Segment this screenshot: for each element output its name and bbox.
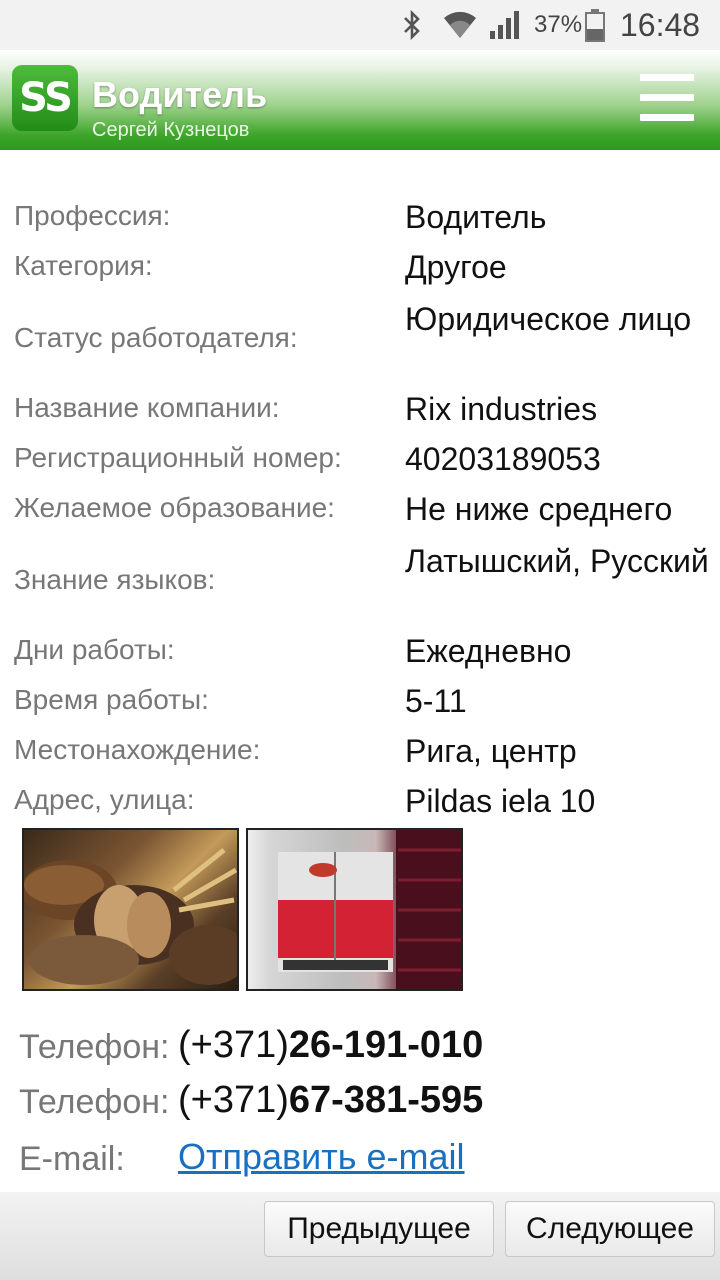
battery-percent: 37%	[534, 11, 583, 38]
phone-number: 67-381-595	[288, 1079, 484, 1121]
detail-label: Адрес, улица:	[14, 784, 195, 815]
bluetooth-icon	[398, 0, 426, 50]
detail-value: Ежедневно	[405, 633, 572, 669]
detail-value: Другое	[405, 249, 507, 285]
detail-label: Местонахождение:	[14, 734, 261, 765]
phone-prefix: (+371)	[178, 1079, 289, 1121]
signal-icon	[488, 0, 524, 50]
detail-label: Знание языков:	[14, 564, 216, 595]
phone-label: Телефон:	[19, 1028, 170, 1066]
detail-label: Статус работодателя:	[14, 322, 298, 353]
phone-label: Телефон:	[19, 1083, 170, 1121]
detail-label: Регистрационный номер:	[14, 442, 342, 473]
battery-icon	[584, 0, 606, 50]
detail-value: Водитель	[405, 199, 547, 235]
previous-button[interactable]: Предыдущее	[264, 1201, 494, 1257]
detail-value: Rix industries	[405, 391, 598, 427]
app-header: SS Водитель Сергей Кузнецов	[0, 50, 720, 150]
detail-value: Латышский, Русский	[405, 543, 709, 579]
detail-label: Желаемое образование:	[14, 492, 335, 523]
app-logo[interactable]: SS	[12, 65, 78, 131]
wifi-icon	[442, 0, 478, 50]
phone-number-2[interactable]: (+371)67-381-595	[178, 1079, 483, 1122]
phone-number-1[interactable]: (+371)26-191-010	[178, 1024, 483, 1067]
detail-value: Не ниже среднего	[405, 491, 673, 527]
page-subtitle: Сергей Кузнецов	[92, 119, 250, 141]
status-bar: 37% 16:48	[0, 0, 720, 50]
send-email-link[interactable]: Отправить e-mail	[178, 1136, 465, 1178]
page-title: Водитель	[92, 74, 268, 115]
detail-value: Pildas iela 10	[405, 783, 596, 819]
detail-value: 40203189053	[405, 441, 601, 477]
detail-label: Дни работы:	[14, 634, 175, 665]
detail-label: Профессия:	[14, 200, 171, 231]
bread-photo[interactable]	[22, 828, 239, 991]
bottom-nav: Предыдущее Следующее	[0, 1192, 720, 1280]
phone-prefix: (+371)	[178, 1024, 289, 1066]
detail-label: Категория:	[14, 250, 153, 281]
detail-label: Время работы:	[14, 684, 209, 715]
hamburger-menu-icon[interactable]	[636, 70, 698, 126]
detail-value: Рига, центр	[405, 733, 577, 769]
next-button[interactable]: Следующее	[505, 1201, 715, 1257]
email-label: E-mail:	[19, 1140, 125, 1178]
clock: 16:48	[620, 6, 701, 43]
delivery-truck-photo[interactable]	[246, 828, 463, 991]
detail-value: 5-11	[405, 683, 467, 719]
detail-label: Название компании:	[14, 392, 280, 423]
detail-value: Юридическое лицо	[405, 301, 692, 337]
phone-number: 26-191-010	[288, 1024, 484, 1066]
